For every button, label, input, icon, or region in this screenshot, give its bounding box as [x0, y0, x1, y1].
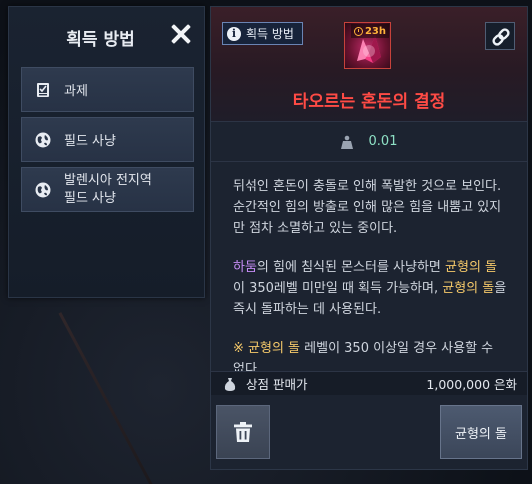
description-text: 의 힘에 침식된 몬스터를 사냥하면: [256, 260, 446, 275]
description-paragraph-1: 뒤섞인 혼돈이 충돌로 인해 폭발한 것으로 보인다. 순간적인 힘의 방출로 …: [233, 179, 502, 236]
label-line-1: 발렌시아 전지역: [64, 172, 152, 188]
description-text: 이 350레벨 미만일 때 획득 가능하며,: [233, 281, 443, 296]
highlight-balance-stone: 균형의 돌: [445, 260, 498, 275]
acquisition-panel: 획득 방법 과제 필드 사냥 발렌시아 전지역 필드 사냥: [8, 6, 205, 298]
acquisition-method-button[interactable]: i 획득 방법: [222, 22, 303, 45]
weight-icon: [340, 135, 353, 149]
shop-price-row: 상점 판매가 1,000,000 은화: [211, 371, 527, 395]
acquisition-item-label: 발렌시아 전지역 필드 사냥: [64, 172, 152, 208]
acquisition-item-label: 과제: [64, 84, 88, 99]
item-header: i 획득 방법 23h 타오르는 혼돈의 결정: [211, 7, 527, 122]
highlight-hadum: 하둠: [233, 260, 257, 275]
acquisition-item-valencia-field-hunt[interactable]: 발렌시아 전지역 필드 사냥: [21, 167, 194, 212]
item-tooltip: i 획득 방법 23h 타오르는 혼돈의 결정 0.01 뒤섞인 혼돈이 충돌로…: [210, 6, 528, 470]
note-prefix: ※: [233, 341, 249, 356]
acquisition-item-field-hunt[interactable]: 필드 사냥: [21, 117, 194, 162]
close-icon[interactable]: [168, 21, 194, 47]
timer-value: 23h: [364, 25, 386, 37]
item-icon: 23h: [344, 22, 391, 69]
shop-price-label: 상점 판매가: [246, 377, 308, 392]
acquisition-method-label: 획득 방법: [246, 27, 294, 41]
balance-stone-button[interactable]: 균형의 돌: [440, 405, 522, 459]
money-bag-icon: [224, 377, 236, 391]
clock-icon: [353, 26, 363, 36]
acquisition-item-quest[interactable]: 과제: [21, 67, 194, 112]
info-icon: i: [227, 26, 241, 41]
item-weight-value: 0.01: [368, 134, 398, 149]
quest-book-icon: [37, 82, 49, 97]
label-line-2: 필드 사냥: [64, 190, 116, 206]
trash-icon: [234, 422, 252, 442]
duration-timer: 23h: [350, 24, 389, 38]
item-name: 타오르는 혼돈의 결정: [292, 92, 446, 112]
link-button[interactable]: [485, 22, 515, 50]
globe-icon: [35, 182, 51, 197]
acquisition-list: 과제 필드 사냥 발렌시아 전지역 필드 사냥: [21, 67, 194, 217]
highlight-balance-stone: 균형의 돌: [442, 281, 495, 296]
acquisition-header: 획득 방법: [9, 7, 204, 63]
note-highlight: 균형의 돌: [248, 341, 301, 356]
shop-price-value: 1,000,000 은화: [426, 377, 517, 392]
link-icon: [492, 28, 510, 46]
acquisition-item-label: 필드 사냥: [64, 134, 116, 149]
globe-icon: [35, 132, 51, 147]
item-weight-row: 0.01: [211, 122, 527, 162]
item-description: 뒤섞인 혼돈이 충돌로 인해 폭발한 것으로 보인다. 순간적인 힘의 방출로 …: [211, 162, 527, 380]
description-paragraph-2: 하둠의 힘에 침식된 몬스터를 사냥하면 균형의 돌이 350레벨 미만일 때 …: [233, 257, 507, 320]
discard-button[interactable]: [216, 405, 270, 459]
